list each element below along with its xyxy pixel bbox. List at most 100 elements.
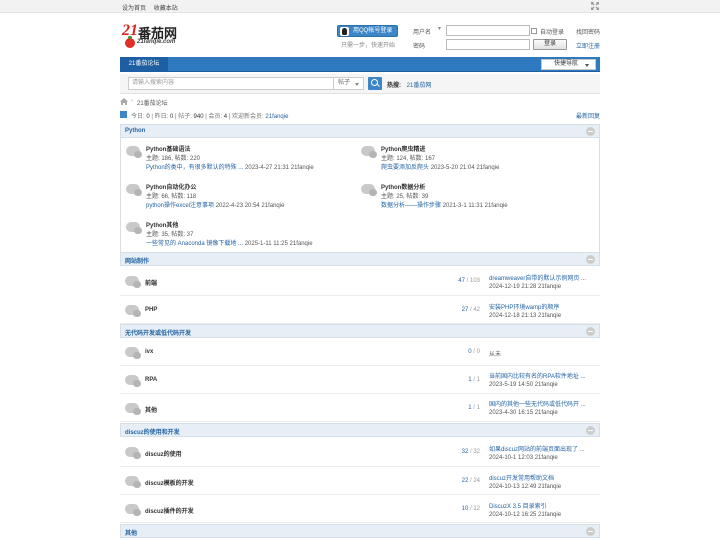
qq-icon [340,27,349,36]
section-title: discuz的使用和开发 [125,430,180,436]
search-type-select[interactable]: 帖子 [334,77,364,90]
forum-bubble-icon [125,503,141,516]
thread-count: 27 [461,307,469,313]
forum-last-post: 数据分析——操作步骤 2021-3-1 11:31 21fanqie [381,200,508,209]
chevron-down-icon [585,64,589,67]
quick-nav-button[interactable]: 快捷导航 [541,59,596,70]
forum-name[interactable]: RPA [145,377,157,383]
forum-name[interactable]: Python自动化办公 [146,182,196,191]
forgot-password-link[interactable]: 找回密码 [576,27,600,36]
password-input[interactable] [446,39,530,50]
forum-last-post: discuz开发常用帮助文档 2024-10-13 12:49 21fanqie [489,473,561,490]
last-post-info: 2023-5-19 14:50 21fanqie [489,382,558,388]
forum-last-post: 当前国内比较有名的RPA软件地址 ... 2023-5-19 14:50 21fa… [489,371,586,388]
forum-name[interactable]: discuz插件的开发 [145,506,194,515]
collapse-icon[interactable] [586,527,595,536]
last-post-link[interactable]: Python的类中，有很多默认的特殊 ... [146,165,243,171]
qq-login-label: 用QQ帐号登录 [353,28,393,34]
last-post-info: 2024-10-12 16:25 21fanqie [489,512,562,518]
forum-name[interactable]: discuz的使用 [145,449,182,458]
section-title: 网站制作 [125,259,150,265]
forum-name[interactable]: Python数据分析 [381,182,425,191]
forum-name[interactable]: 前端 [145,278,157,287]
forum-counts: 27 / 42 [461,307,480,313]
forum-last-post: 从未 [489,349,501,358]
last-post-link[interactable]: 爬虫要添加反爬头 [381,165,429,171]
section-title: 无代码开发或低代码开发 [125,331,192,337]
forum-name[interactable]: discuz模板的开发 [145,478,194,487]
forum-bubble-icon [361,145,377,158]
section-title: 其他 [125,531,138,537]
last-post-link[interactable]: 如果discuz网站的前端页面出现了 ... [489,444,585,453]
last-post-link[interactable]: 当前国内比较有名的RPA软件地址 ... [489,371,586,380]
forum-counts: 47 / 103 [458,278,480,284]
username-label: 用户名 [413,30,432,36]
search-input[interactable]: 请输入搜索内容 [128,77,334,90]
register-link[interactable]: 立即注册 [576,41,600,50]
username-caret-icon[interactable]: ▾ [438,25,441,32]
collapse-icon[interactable] [586,327,595,336]
forum-name[interactable]: Python基础语法 [146,144,190,153]
post-count: 1 [476,405,480,411]
new-member-link[interactable]: 21fanqie [265,114,288,120]
qq-login-button[interactable]: 用QQ帐号登录 [337,25,398,37]
username-input[interactable] [446,25,530,36]
section-header-other[interactable]: 其他 [120,524,600,538]
login-button[interactable]: 登录 [533,39,567,50]
search-button[interactable] [368,77,382,90]
forum-last-post: 国内的其他一些无代码或低代码开 ... 2023-4-30 16:15 21fan… [489,399,586,416]
set-home-link[interactable]: 设为首页 [122,6,146,12]
thread-count: 0 [468,349,472,355]
last-post-link[interactable]: python操作excel注意事项 [146,203,214,209]
last-post-link[interactable]: 安装PHP环境wamp的顺序 [489,302,561,311]
forum-counts: 22 / 24 [461,478,480,484]
quick-nav-label: 快捷导航 [554,61,579,67]
forum-name[interactable]: Python其他 [146,220,178,229]
last-post-link[interactable]: 一些常见的 Anaconda 镜像下载地 ... [146,241,243,247]
last-post-link[interactable]: 数据分析——操作步骤 [381,203,441,209]
latest-reply-link[interactable]: 最新回复 [576,111,600,120]
hot-search: 热搜: 21番茄网 [387,80,431,89]
forum-counts: 1 / 1 [468,377,480,383]
forum-row: discuz插件的开发 10 / 12 DiscuzX 3.5 目录索引 2024… [120,495,600,523]
forum-counts: 1 / 1 [468,405,480,411]
thread-count: 47 [458,278,465,284]
nav-tab-forum[interactable]: 21番茄论坛 [120,57,168,72]
collapse-icon[interactable] [586,127,595,136]
last-post-link[interactable]: 国内的其他一些无代码或低代码开 ... [489,399,586,408]
section-header-webmaking[interactable]: 网站制作 [120,252,600,266]
search-bar: 请输入搜索内容 帖子 热搜: 21番茄网 [120,74,600,94]
section-header-python[interactable]: Python [120,124,600,138]
top-bar: 设为首页 收藏本站 [0,0,720,13]
forum-last-post: python操作excel注意事项 2022-4-23 20:54 21fanq… [146,200,284,209]
stats-chart-icon [120,111,127,118]
thread-count: 32 [461,449,469,455]
post-count: 12 [473,506,480,512]
forum-bubble-icon [126,145,142,158]
section-header-nocode[interactable]: 无代码开发或低代码开发 [120,324,600,338]
section-header-discuz[interactable]: discuz的使用和开发 [120,423,600,437]
today-label: 今日: [131,114,145,120]
collapse-icon[interactable] [586,426,595,435]
forum-bubble-icon [125,446,141,459]
forum-bubble-icon [125,374,141,387]
qq-login-tip: 只需一步，快速开始 [341,43,396,49]
forum-name[interactable]: PHP [145,307,157,313]
forum-last-post: DiscuzX 3.5 目录索引 2024-10-12 16:25 21fanqi… [489,501,561,518]
site-logo[interactable]: 21 番茄网 21fanqie.com [122,22,184,50]
forum-stats: 主题: 66, 帖数: 118 [146,194,197,200]
last-post-link[interactable]: discuz开发常用帮助文档 [489,473,561,482]
bookmark-link[interactable]: 收藏本站 [154,6,178,12]
home-icon[interactable] [120,98,128,105]
last-post-link[interactable]: dreamweaver自带的默认示例网页 ... [489,273,586,282]
collapse-icon[interactable] [586,255,595,264]
breadcrumb-label[interactable]: 21番茄论坛 [137,98,168,107]
auto-login-checkbox[interactable] [531,28,537,34]
fullscreen-icon[interactable] [591,2,599,10]
forum-name[interactable]: Python爬虫精进 [381,144,425,153]
forum-name[interactable]: ivx [145,349,153,355]
last-post-link[interactable]: DiscuzX 3.5 目录索引 [489,501,561,510]
hot-search-item[interactable]: 21番茄网 [407,83,432,89]
post-count: 24 [473,478,480,484]
forum-name[interactable]: 其他 [145,405,157,414]
